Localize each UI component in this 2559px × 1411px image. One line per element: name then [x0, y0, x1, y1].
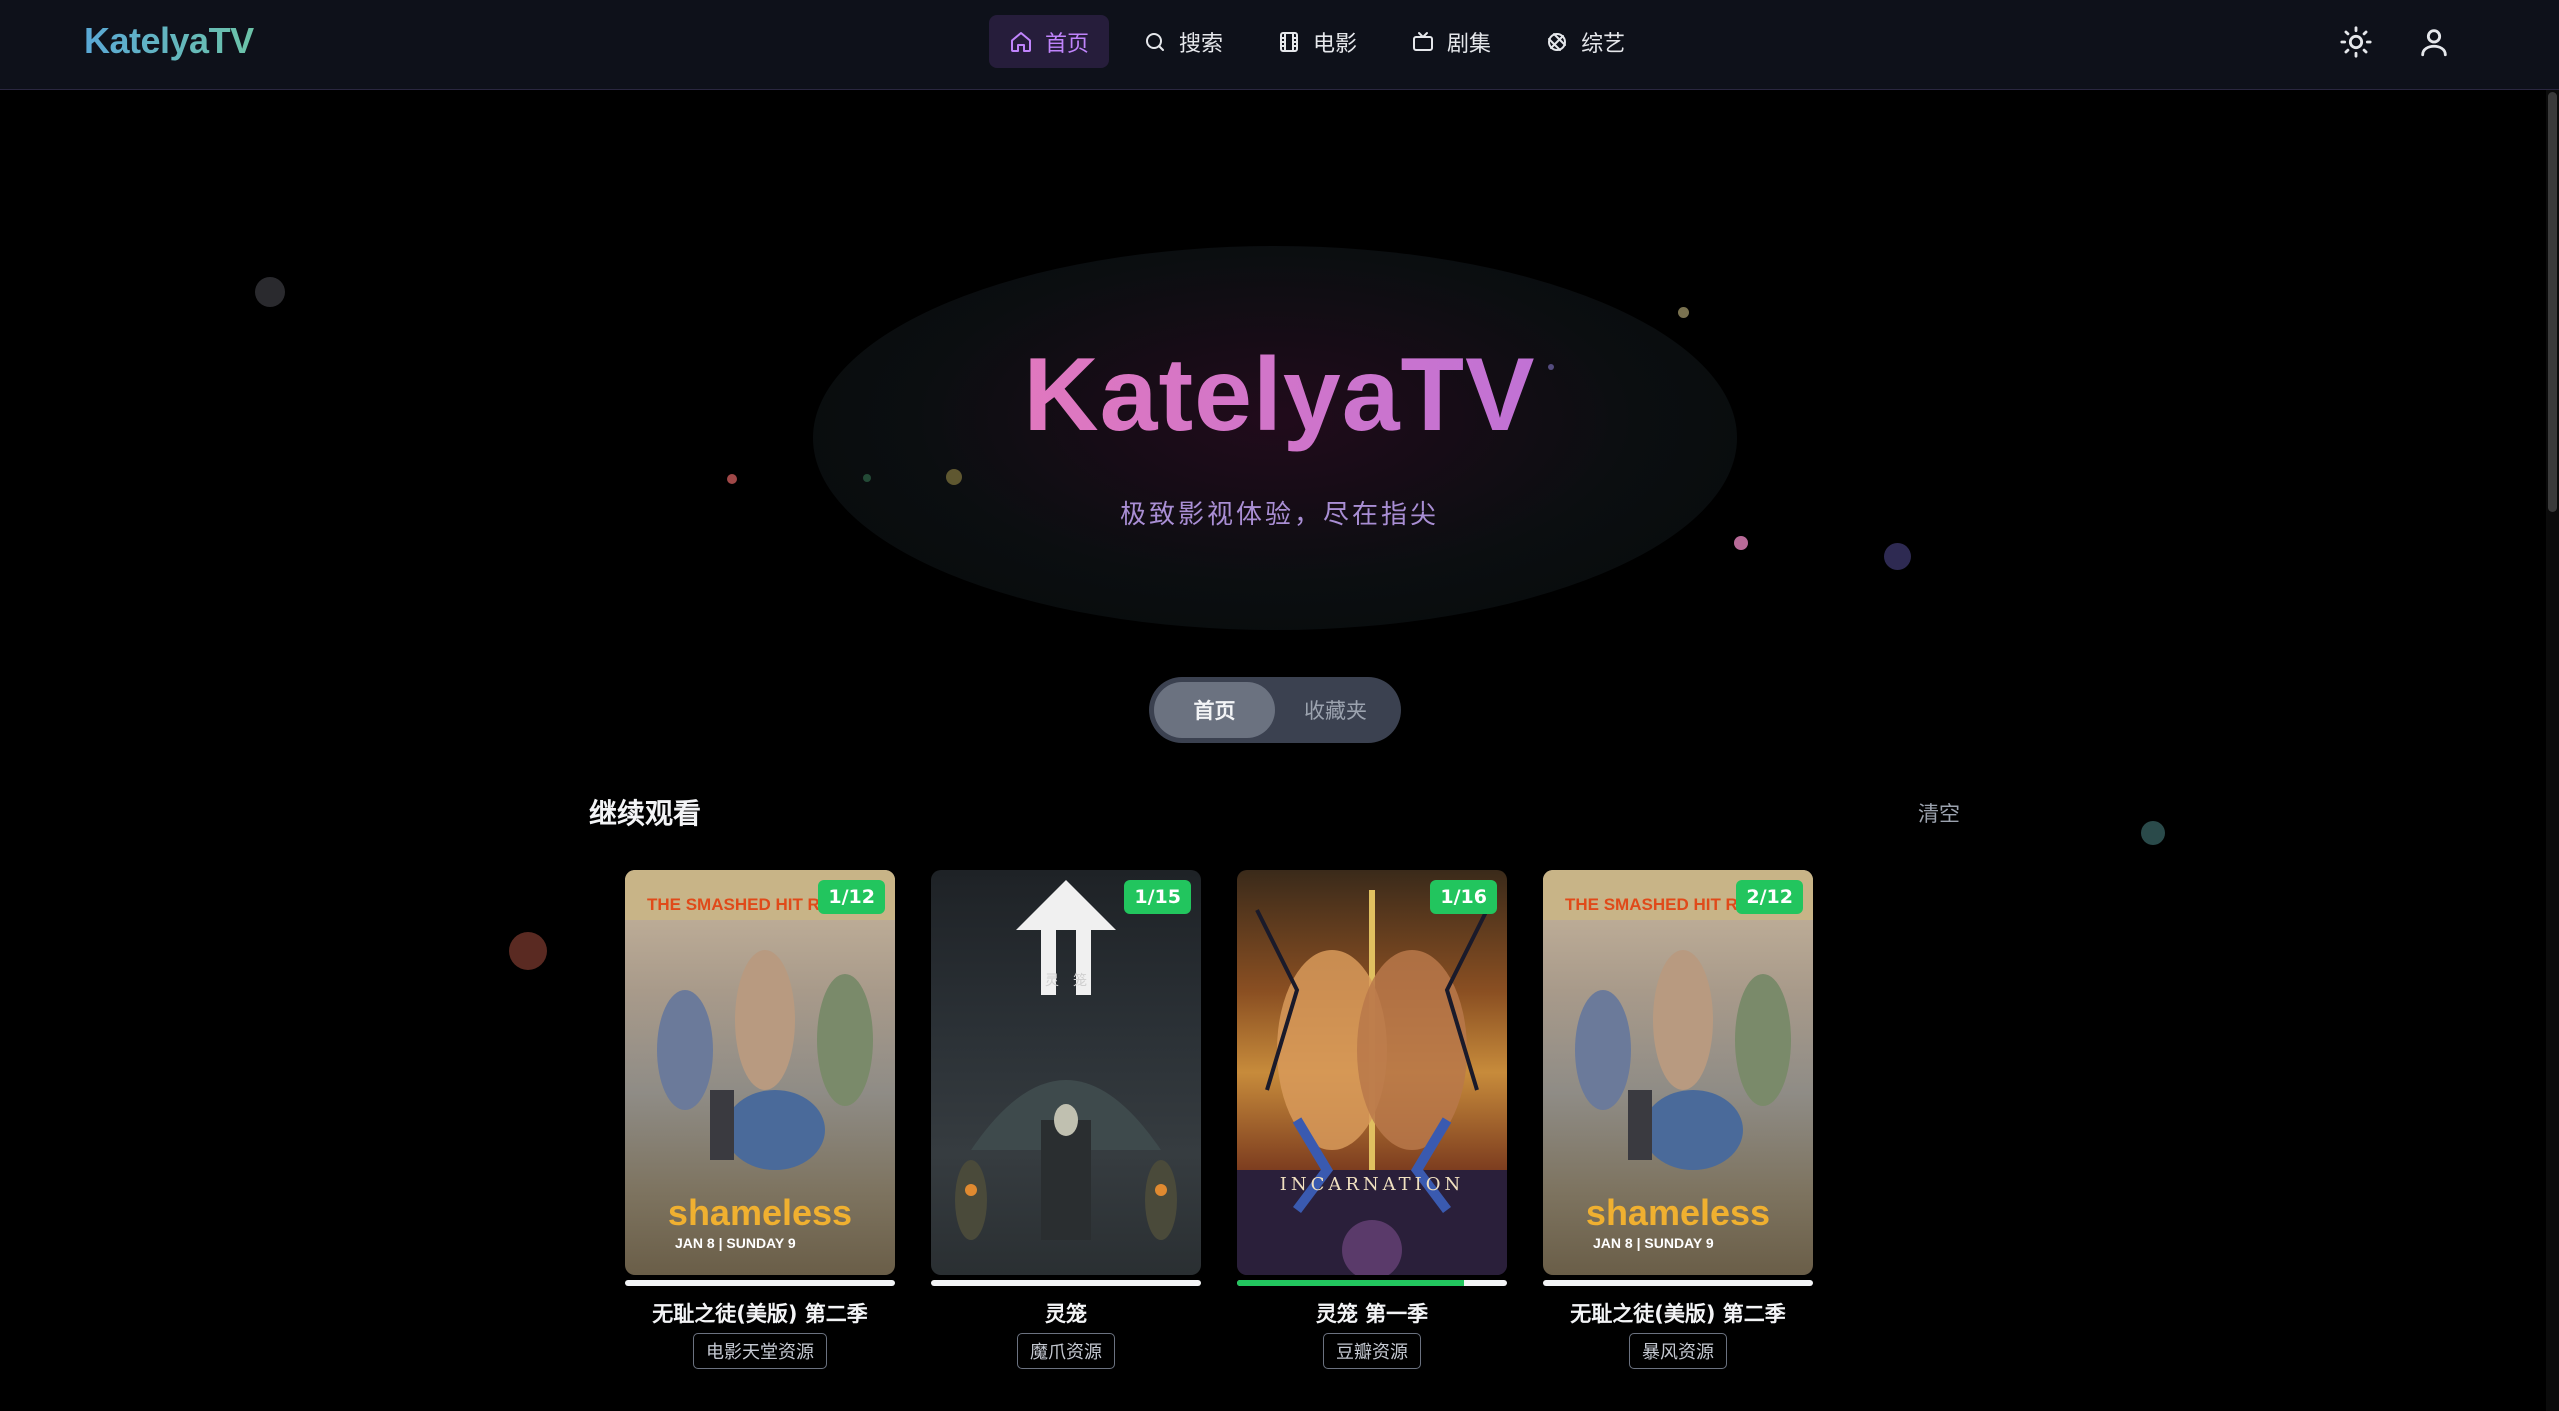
poster-artwork: 灵 笼 — [955, 880, 1177, 1240]
video-card[interactable]: 灵 笼 1/15 灵笼 魔爪资源 — [931, 870, 1201, 1369]
clear-history-button[interactable]: 清空 — [1918, 798, 1960, 828]
decorative-dot — [509, 932, 547, 970]
episode-badge: 1/15 — [1124, 880, 1191, 914]
poster-artwork: THE SMASHED HIT RE shameless JAN 8 | SUN… — [1543, 870, 1813, 1251]
tv-icon — [1413, 31, 1434, 51]
video-title[interactable]: 灵笼 — [931, 1298, 1201, 1328]
poster-artwork: INCARNATION — [1237, 890, 1507, 1275]
theme-toggle-button[interactable] — [2336, 22, 2376, 62]
main-nav: 首页 搜索 电影 剧集 综艺 — [989, 15, 1645, 68]
nav-item-label: 首页 — [1045, 31, 1090, 57]
video-title[interactable]: 无耻之徒(美版) 第二季 — [625, 1298, 895, 1328]
episode-badge: 1/16 — [1430, 880, 1497, 914]
watch-progress-bar — [931, 1280, 1201, 1286]
home-favorites-toggle: 首页 收藏夹 — [1149, 677, 1401, 743]
decorative-dot — [727, 474, 737, 484]
video-poster[interactable]: INCARNATION 1/16 — [1237, 870, 1507, 1275]
poster-artwork: THE SMASHED HIT RET shameless JAN 8 | SU… — [625, 870, 895, 1251]
decorative-dot — [2141, 821, 2165, 845]
svg-text:THE SMASHED HIT RE: THE SMASHED HIT RE — [1565, 895, 1749, 914]
decorative-dot — [1678, 307, 1689, 318]
svg-text:灵 笼: 灵 笼 — [1045, 972, 1087, 989]
video-poster[interactable]: THE SMASHED HIT RET shameless JAN 8 | SU… — [625, 870, 895, 1275]
svg-text:JAN 8 | SUNDAY 9: JAN 8 | SUNDAY 9 — [1593, 1235, 1714, 1251]
tab-home[interactable]: 首页 — [1154, 682, 1275, 738]
sun-icon — [2340, 26, 2372, 58]
continue-watching-title: 继续观看 — [589, 797, 702, 830]
user-icon — [2421, 29, 2447, 57]
nav-item-home[interactable]: 首页 — [989, 15, 1110, 68]
watch-progress-bar — [1543, 1280, 1813, 1286]
tab-favorites[interactable]: 收藏夹 — [1275, 682, 1396, 738]
watch-progress-fill — [1237, 1280, 1464, 1286]
source-tag: 暴风资源 — [1629, 1333, 1727, 1369]
variety-icon — [1548, 32, 1567, 51]
search-icon — [1146, 32, 1165, 51]
source-tag: 魔爪资源 — [1017, 1333, 1115, 1369]
video-card[interactable]: THE SMASHED HIT RE shameless JAN 8 | SUN… — [1543, 870, 1813, 1369]
watch-progress-bar — [1237, 1280, 1507, 1286]
decorative-dot — [1884, 543, 1911, 570]
nav-item-movies[interactable]: 电影 — [1257, 15, 1377, 68]
episode-badge: 2/12 — [1736, 880, 1803, 914]
svg-text:INCARNATION: INCARNATION — [1280, 1174, 1465, 1195]
watch-progress-bar — [625, 1280, 895, 1286]
video-poster[interactable]: 灵 笼 1/15 — [931, 870, 1201, 1275]
decorative-dot — [255, 277, 285, 307]
nav-item-label: 电影 — [1313, 31, 1358, 57]
video-poster[interactable]: THE SMASHED HIT RE shameless JAN 8 | SUN… — [1543, 870, 1813, 1275]
svg-text:shameless: shameless — [1586, 1192, 1770, 1233]
video-card[interactable]: THE SMASHED HIT RET shameless JAN 8 | SU… — [625, 870, 895, 1369]
video-title[interactable]: 灵笼 第一季 — [1237, 1298, 1507, 1328]
svg-text:THE SMASHED HIT RET: THE SMASHED HIT RET — [647, 895, 842, 914]
nav-item-label: 剧集 — [1447, 31, 1492, 57]
video-card[interactable]: INCARNATION 1/16 灵笼 第一季 豆瓣资源 — [1237, 870, 1507, 1369]
user-menu-button[interactable] — [2414, 22, 2454, 62]
nav-item-series[interactable]: 剧集 — [1391, 15, 1511, 68]
nav-item-variety[interactable]: 综艺 — [1525, 15, 1645, 68]
svg-text:JAN 8 | SUNDAY 9: JAN 8 | SUNDAY 9 — [675, 1235, 796, 1251]
source-tag: 电影天堂资源 — [693, 1333, 827, 1369]
top-navigation-bar: KatelyaTV 首页 搜索 电影 剧集 综艺 — [0, 0, 2559, 90]
hero-title: KatelyaTV — [0, 336, 2559, 455]
episode-badge: 1/12 — [818, 880, 885, 914]
video-title[interactable]: 无耻之徒(美版) 第二季 — [1543, 1298, 1813, 1328]
svg-text:shameless: shameless — [668, 1192, 852, 1233]
decorative-dot — [1734, 536, 1748, 550]
hero-subtitle: 极致影视体验，尽在指尖 — [1119, 500, 1439, 530]
source-tag: 豆瓣资源 — [1323, 1333, 1421, 1369]
nav-item-search[interactable]: 搜索 — [1123, 15, 1243, 68]
nav-item-label: 搜索 — [1179, 31, 1224, 57]
nav-item-label: 综艺 — [1581, 31, 1626, 57]
app-logo[interactable]: KatelyaTV — [84, 20, 254, 62]
film-icon — [1280, 31, 1299, 52]
home-icon — [1011, 31, 1031, 52]
